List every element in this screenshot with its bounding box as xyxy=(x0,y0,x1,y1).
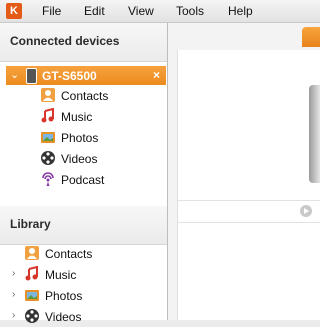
photos-icon xyxy=(24,287,40,303)
library-header: Library xyxy=(0,206,167,245)
library-item-label: Music xyxy=(45,268,77,282)
device-item-label: Photos xyxy=(61,131,99,145)
phone-icon xyxy=(26,68,37,84)
phone-image xyxy=(309,85,320,183)
film-reel-icon xyxy=(40,150,56,166)
contacts-icon xyxy=(40,87,56,103)
library-item-label: Photos xyxy=(45,289,83,303)
connected-devices-header: Connected devices xyxy=(0,23,167,62)
app-logo-text: K xyxy=(10,5,18,17)
close-icon[interactable]: × xyxy=(153,68,160,82)
music-note-icon xyxy=(24,265,40,282)
device-row-gt-s6500[interactable]: ⌄ GT-S6500 × xyxy=(6,66,166,85)
menu-bar: K File Edit View Tools Help xyxy=(0,0,320,23)
play-icon[interactable] xyxy=(300,205,312,217)
menu-edit[interactable]: Edit xyxy=(84,4,105,18)
chevron-right-icon[interactable]: › xyxy=(12,289,15,300)
device-item-label: Podcast xyxy=(61,173,105,187)
contacts-icon xyxy=(24,245,40,261)
app-logo-icon[interactable]: K xyxy=(6,3,22,19)
photos-icon xyxy=(40,129,56,145)
device-item-label: Videos xyxy=(61,152,98,166)
device-tab[interactable] xyxy=(302,27,320,47)
menu-view[interactable]: View xyxy=(128,4,154,18)
chevron-down-icon[interactable]: ⌄ xyxy=(10,68,19,81)
device-name: GT-S6500 xyxy=(42,69,97,83)
connected-devices-title: Connected devices xyxy=(10,34,120,48)
device-item-label: Music xyxy=(61,110,93,124)
chevron-right-icon[interactable]: › xyxy=(12,268,15,279)
library-item-label: Contacts xyxy=(45,247,93,261)
device-item-label: Contacts xyxy=(61,89,109,103)
chevron-right-icon[interactable]: › xyxy=(12,310,15,321)
library-item-label: Videos xyxy=(45,310,82,324)
divider xyxy=(177,200,320,201)
divider xyxy=(177,222,320,223)
menu-file[interactable]: File xyxy=(42,4,61,18)
podcast-icon xyxy=(40,171,56,187)
film-reel-icon xyxy=(24,308,40,324)
library-title: Library xyxy=(10,217,51,231)
device-panel xyxy=(177,50,320,320)
sidebar: Connected devices ⌄ GT-S6500 × Contacts … xyxy=(0,23,168,324)
menu-tools[interactable]: Tools xyxy=(176,4,204,18)
menu-help[interactable]: Help xyxy=(228,4,253,18)
music-note-icon xyxy=(40,107,56,124)
